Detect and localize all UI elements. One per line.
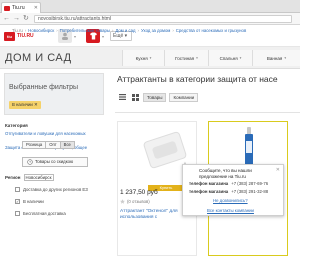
free-delivery-row[interactable]: Бесплатная доставка xyxy=(15,211,66,216)
checkbox-label: Бесплатная доставка xyxy=(23,211,66,216)
tab-close-icon[interactable]: ✕ xyxy=(34,5,38,11)
phone-label: телефон магазина xyxy=(189,181,229,186)
wholesale-toggle[interactable]: Опт xyxy=(45,141,61,149)
chevron-down-icon[interactable]: ▾ xyxy=(102,34,104,39)
back-arrow-icon[interactable]: ← xyxy=(3,15,10,23)
breadcrumb: Tiu.ru › Новосибирск › Потребительские т… xyxy=(12,28,246,33)
chevron-down-icon[interactable]: ▾ xyxy=(74,34,76,39)
room-label: Спальня xyxy=(219,55,238,61)
breadcrumb-item[interactable]: Tiu.ru xyxy=(12,28,23,33)
sale-type-toggle: Розница Опт Все xyxy=(22,141,75,149)
browser-tab[interactable]: Tiu.ru ✕ xyxy=(1,2,41,13)
category-label: Категория xyxy=(5,123,28,128)
logo-text: TIU.RU xyxy=(17,33,34,39)
forward-arrow-icon[interactable]: → xyxy=(13,15,20,23)
phone-value[interactable]: +7 (383) 287-69-76 xyxy=(231,181,268,186)
clock-icon xyxy=(27,159,33,165)
room-menu-living-room[interactable]: Гостиная ▾ xyxy=(164,50,208,66)
product-image[interactable] xyxy=(245,127,253,165)
list-view-icon[interactable] xyxy=(117,92,127,102)
retail-toggle[interactable]: Розница xyxy=(22,141,47,149)
product-image[interactable] xyxy=(142,130,188,170)
room-menu-bathroom[interactable]: Ванная ▾ xyxy=(252,50,300,66)
checkbox[interactable] xyxy=(15,187,20,192)
breadcrumb-separator: › xyxy=(172,28,174,33)
popup-title: Сообщите, что вы нашли предложение на Ti… xyxy=(199,168,252,179)
breadcrumb-item[interactable]: Средства от насекомых и грызунов xyxy=(176,28,246,33)
phone-value[interactable]: +7 (383) 291-32-88 xyxy=(231,189,268,194)
all-toggle[interactable]: Все xyxy=(59,141,75,149)
breadcrumb-separator: › xyxy=(56,28,58,33)
not-reached-link[interactable]: Не дозвонились? xyxy=(213,198,248,203)
category-link[interactable]: Отпугиватели и ловушки для насекомых xyxy=(5,131,103,137)
product-rating: (0 отзывов) xyxy=(120,199,150,204)
checkbox[interactable] xyxy=(15,211,20,216)
selected-filters-panel: Выбранные фильтры В наличии ✕ xyxy=(4,73,104,115)
checkbox[interactable]: ✓ xyxy=(15,199,20,204)
address-bar: ← → ↻ novosibirsk.tiu.ru/attractants.htm… xyxy=(0,13,300,25)
grid-view-icon[interactable] xyxy=(130,92,140,102)
all-contacts-link[interactable]: Все контакты компании xyxy=(207,208,254,213)
room-label: Кухня xyxy=(135,55,148,61)
chevron-down-icon: ▾ xyxy=(196,56,198,60)
phone-label: телефон магазина xyxy=(189,189,229,194)
tab-companies[interactable]: Компании xyxy=(169,92,199,102)
chevron-down-icon: ▾ xyxy=(239,56,242,60)
breadcrumb-item[interactable]: Потребительские товары xyxy=(60,28,110,33)
selected-filters-title: Выбранные фильтры xyxy=(9,84,79,91)
in-stock-row[interactable]: ✓ В наличии xyxy=(15,199,44,204)
reload-icon[interactable]: ↻ xyxy=(23,15,29,23)
tab-products[interactable]: Товары xyxy=(143,92,167,102)
room-menu-bedroom[interactable]: Спальня ▾ xyxy=(208,50,252,66)
product-price: 1 237,50 руб xyxy=(120,189,158,196)
checkbox-label: Доставка до других регионов ЕЗ xyxy=(23,187,88,192)
region-select[interactable]: Новосибирск xyxy=(23,174,54,181)
popup-phone-row: телефон магазина +7 (383) 291-32-88 xyxy=(189,189,268,194)
view-switcher: Товары Компании xyxy=(117,92,199,102)
url-input[interactable]: novosibirsk.tiu.ru/attractants.html xyxy=(34,15,292,23)
discount-products-button[interactable]: Товары со скидкою xyxy=(22,157,88,167)
category-title: ДОМ И САД xyxy=(5,52,72,64)
breadcrumb-item[interactable]: Дом и сад xyxy=(115,28,135,33)
room-menu-kitchen[interactable]: Кухня ▾ xyxy=(122,50,164,66)
popup-phone-row: телефон магазина +7 (383) 287-69-76 xyxy=(189,181,268,186)
region-label: Регион xyxy=(5,175,21,180)
phone-popup: ✕ Сообщите, что вы нашли предложение на … xyxy=(182,164,284,216)
chevron-down-icon: ▾ xyxy=(284,56,287,60)
breadcrumb-separator: › xyxy=(137,28,139,33)
rating-text: (0 отзывов) xyxy=(127,199,150,204)
checkbox-label: В наличии xyxy=(23,199,44,204)
room-label: Ванная xyxy=(266,55,283,61)
chevron-down-icon: ▾ xyxy=(149,56,152,60)
room-label: Гостиная xyxy=(175,55,195,61)
breadcrumb-separator: › xyxy=(24,28,27,33)
tab-title: Tiu.ru xyxy=(12,5,25,11)
region-filter: Регион Новосибирск xyxy=(5,174,54,181)
breadcrumb-item[interactable]: Уход за домом xyxy=(141,28,170,33)
divider xyxy=(115,112,300,113)
browser-tab-strip: Tiu.ru ✕ xyxy=(0,0,300,13)
category-header: ДОМ И САД Кухня ▾ Гостиная ▾ Спальня ▾ Ванн… xyxy=(0,47,300,69)
tiu-favicon-icon xyxy=(4,5,10,11)
filter-chip-in-stock[interactable]: В наличии ✕ xyxy=(9,101,41,109)
star-icon xyxy=(120,199,125,204)
breadcrumb-item[interactable]: Новосибирск xyxy=(28,28,54,33)
page-title: Аттрактанты в категории защита от насе xyxy=(117,74,278,84)
breadcrumb-separator: › xyxy=(111,28,114,33)
delivery-other-regions-row[interactable]: Доставка до других регионов ЕЗ xyxy=(15,187,88,192)
discount-products-label: Товары со скидкою xyxy=(35,159,74,164)
